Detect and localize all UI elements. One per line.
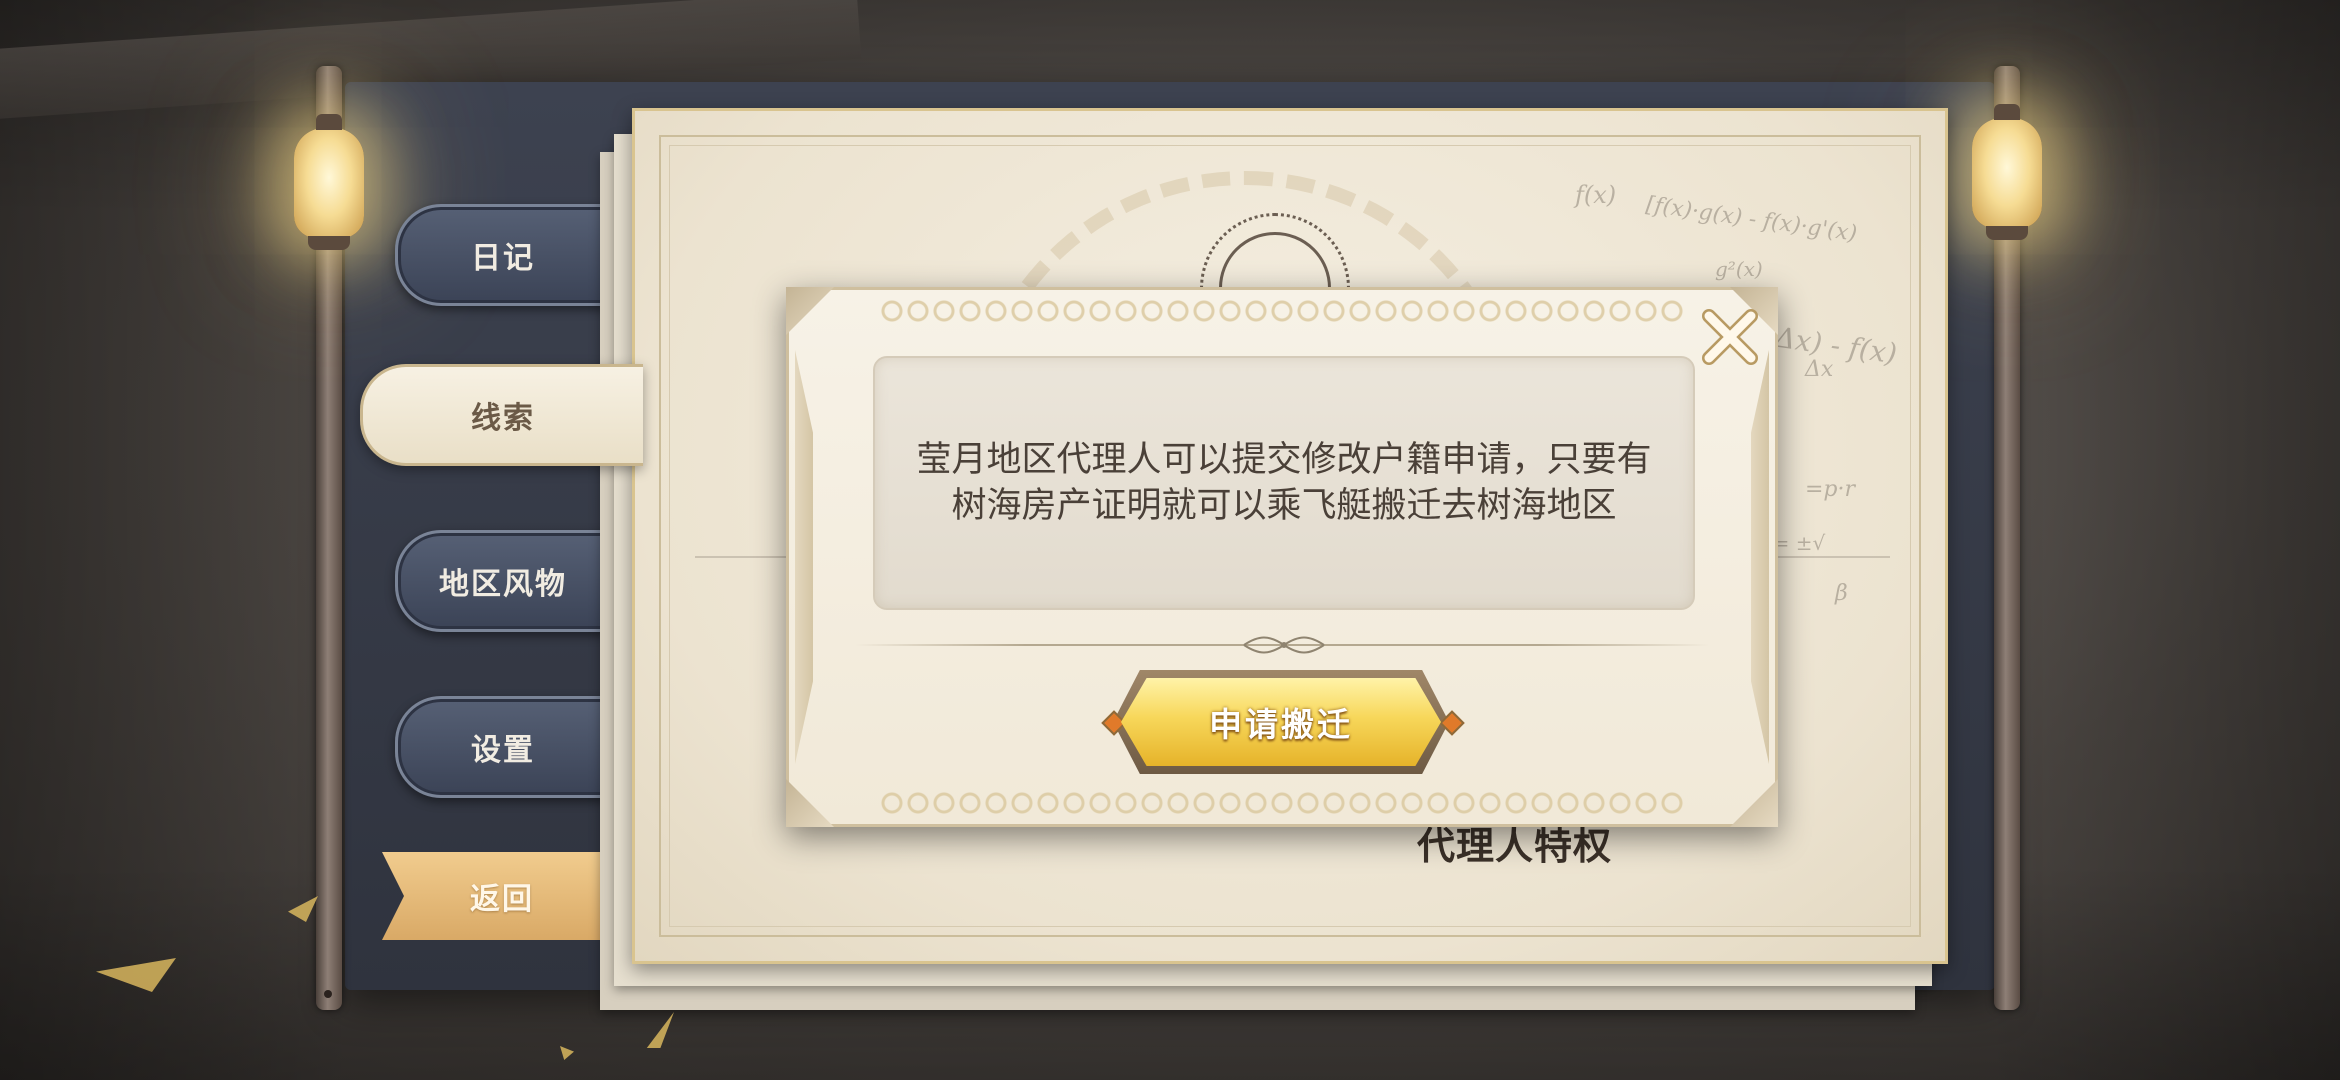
- dialog-message: 莹月地区代理人可以提交修改户籍申请，只要有树海房产证明就可以乘飞艇搬迁去树海地区: [916, 440, 1652, 526]
- tab-clues[interactable]: 线索: [360, 364, 643, 466]
- tab-clues-label: 线索: [471, 401, 535, 436]
- dialog-corner: [786, 779, 834, 827]
- tab-region-label: 地区风物: [439, 567, 567, 602]
- dialog-corner: [786, 287, 834, 335]
- dialog-side-trim: [1751, 350, 1769, 764]
- apply-relocation-button[interactable]: 申请搬迁: [1121, 678, 1441, 766]
- close-button[interactable]: [1697, 304, 1763, 370]
- math-scribble: g²(x): [1715, 257, 1763, 281]
- dialog-side-trim: [795, 350, 813, 764]
- tab-settings[interactable]: 设置: [395, 696, 608, 798]
- lace-trim: [879, 298, 1685, 324]
- math-scribble: Δx: [1805, 357, 1834, 382]
- lantern-icon: [294, 114, 364, 250]
- message-box: 莹月地区代理人可以提交修改户籍申请，只要有树海房产证明就可以乘飞艇搬迁去树海地区: [873, 356, 1695, 610]
- pole-rivet: [324, 990, 332, 998]
- lantern-icon: [1972, 104, 2042, 240]
- apply-relocation-label: 申请搬迁: [1209, 705, 1353, 744]
- math-scribble: β: [1835, 581, 1848, 606]
- tab-region[interactable]: 地区风物: [395, 530, 608, 632]
- relocation-dialog: 莹月地区代理人可以提交修改户籍申请，只要有树海房产证明就可以乘飞艇搬迁去树海地区…: [786, 287, 1778, 827]
- tab-diary-label: 日记: [471, 241, 535, 276]
- lace-trim: [879, 790, 1685, 816]
- math-scribble: f(x): [1575, 181, 1617, 209]
- dialog-corner: [1730, 779, 1778, 827]
- close-icon: [1702, 309, 1758, 365]
- tab-settings-label: 设置: [471, 733, 535, 768]
- scroll-ornament-icon: [1239, 632, 1329, 658]
- back-button-label: 返回: [470, 882, 534, 917]
- math-scribble: =p·r: [1805, 477, 1856, 502]
- back-button[interactable]: 返回: [382, 852, 622, 940]
- tab-diary[interactable]: 日记: [395, 204, 608, 306]
